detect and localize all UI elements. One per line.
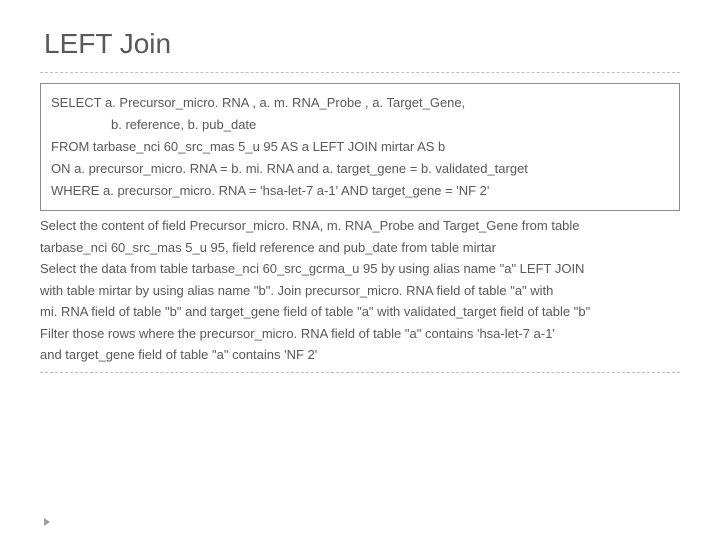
exp-line-1: Select the content of field Precursor_mi… [40,215,680,236]
sql-code-box: SELECT a. Precursor_micro. RNA , a. m. R… [40,83,680,211]
exp-line-6: Filter those rows where the precursor_mi… [40,323,680,344]
sql-select: SELECT a. Precursor_micro. RNA , a. m. R… [51,92,669,114]
exp-line-4: with table mirtar by using alias name "b… [40,280,680,301]
exp-line-5: mi. RNA field of table "b" and target_ge… [40,301,680,322]
triangle-marker-icon [44,518,50,526]
divider-top [40,72,680,73]
divider-bottom [40,372,680,373]
page-title: LEFT Join [44,28,680,60]
sql-select-cont: b. reference, b. pub_date [51,114,669,136]
sql-on: ON a. precursor_micro. RNA = b. mi. RNA … [51,158,669,180]
explanation-block: Select the content of field Precursor_mi… [40,215,680,365]
sql-from: FROM tarbase_nci 60_src_mas 5_u 95 AS a … [51,136,669,158]
exp-line-7: and target_gene field of table "a" conta… [40,344,680,365]
exp-line-3: Select the data from table tarbase_nci 6… [40,258,680,279]
exp-line-2: tarbase_nci 60_src_mas 5_u 95, field ref… [40,237,680,258]
sql-where: WHERE a. precursor_micro. RNA = 'hsa-let… [51,180,669,202]
